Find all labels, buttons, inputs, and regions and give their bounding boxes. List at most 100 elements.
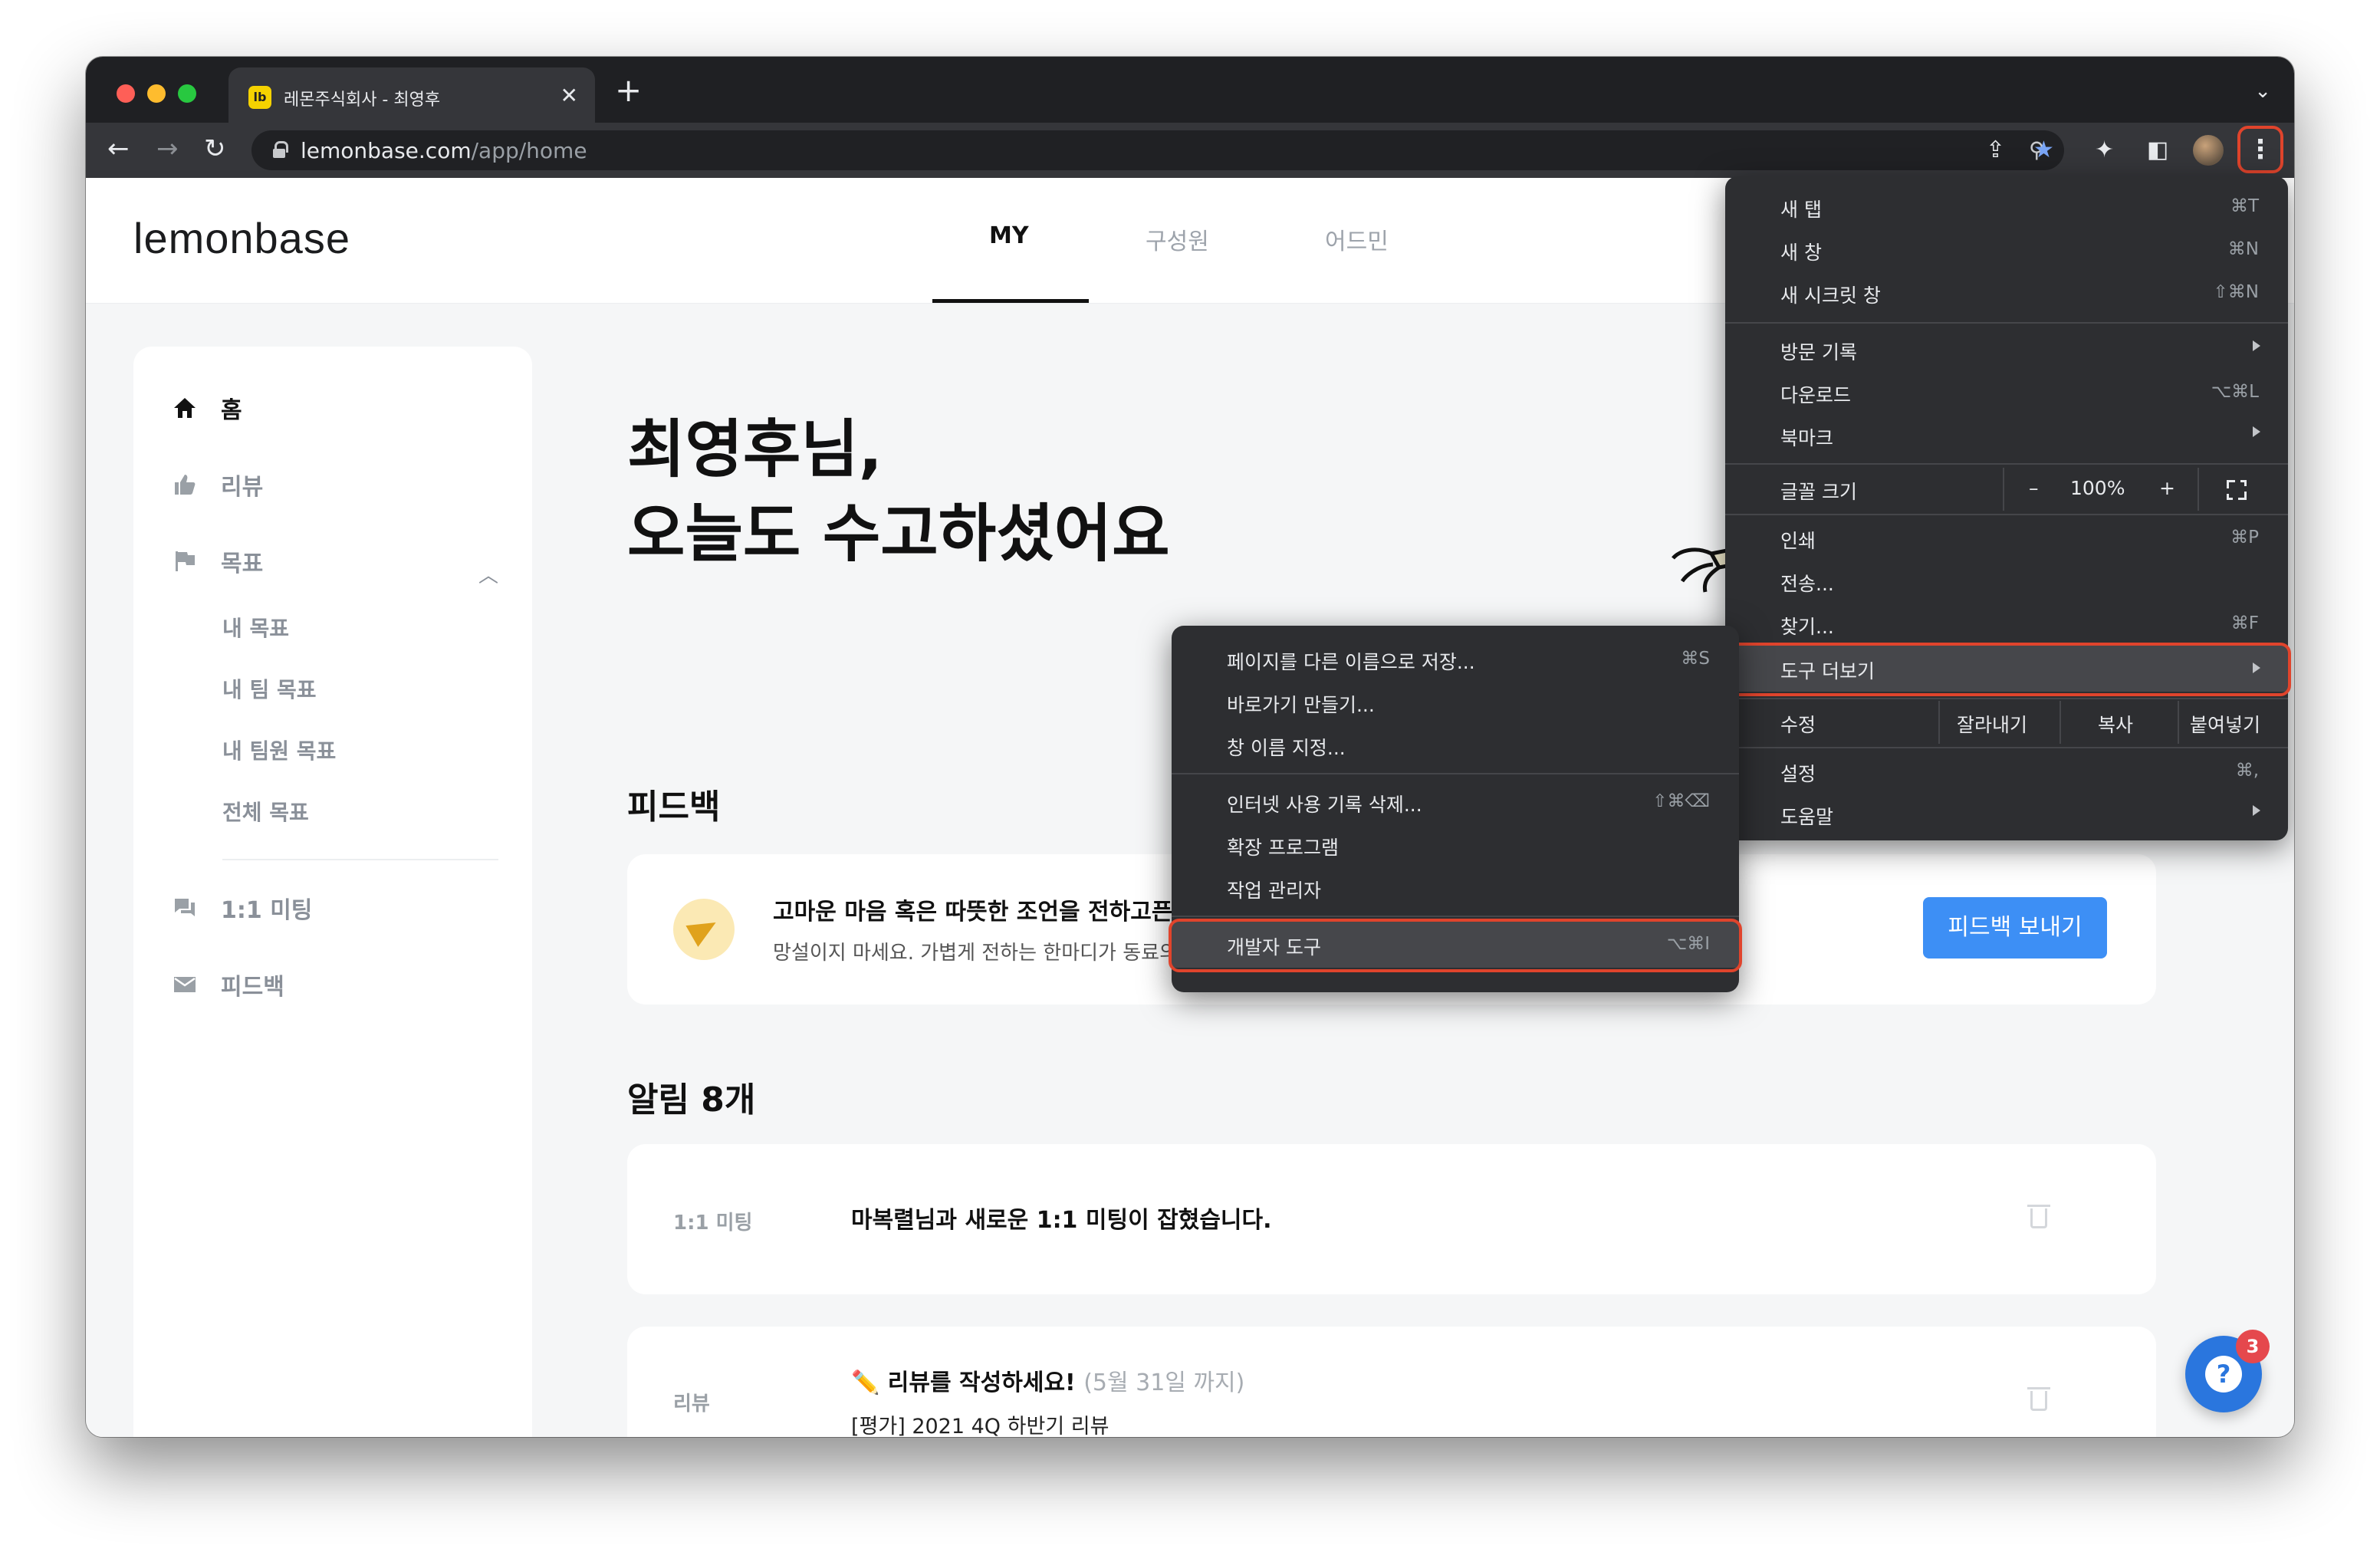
menu-item-history[interactable]: 방문 기록 (1725, 328, 2288, 371)
profile-avatar[interactable] (2193, 135, 2224, 166)
tab-my[interactable]: MY (989, 222, 1029, 249)
share-icon[interactable]: ⇪ (1986, 135, 2005, 166)
more-tools-submenu: 페이지를 다른 이름으로 저장... ⌘S 바로가기 만들기... 창 이름 지정… (1169, 626, 1742, 992)
sidebar-subitem-member-goals[interactable]: 내 팀원 목표 (222, 735, 336, 765)
new-tab-button[interactable]: + (615, 74, 642, 107)
reload-icon[interactable]: ↻ (204, 133, 226, 164)
menu-item-incognito[interactable]: 새 시크릿 창 ⇧⌘N (1725, 271, 2288, 314)
url-path: /app/home (471, 138, 587, 163)
menu-item-task-manager[interactable]: 작업 관리자 (1172, 866, 1739, 909)
menu-item-new-window[interactable]: 새 창 ⌘N (1725, 229, 2288, 271)
edit-separator (1938, 701, 1940, 744)
menu-item-zoom: 글꼴 크기 – 100% + (1725, 466, 2288, 512)
chrome-menu-kebab-icon[interactable]: ⋮ (2237, 126, 2283, 173)
maximize-window-button[interactable] (178, 84, 196, 103)
close-tab-icon[interactable]: ✕ (560, 83, 578, 109)
sidebar: 홈 리뷰 목표 ︿ 내 목표 내 팀 목표 내 팀원 목표 전체 목표 1:1 … (133, 347, 532, 1437)
menu-label: 창 이름 지정... (1227, 737, 1346, 759)
unread-badge: 3 (2236, 1330, 2270, 1363)
notifications-section-title: 알림 8개 (627, 1080, 756, 1120)
send-feedback-button[interactable]: 피드백 보내기 (1923, 897, 2107, 958)
paper-plane-icon (673, 899, 735, 960)
sidebar-subitem-all-goals[interactable]: 전체 목표 (222, 796, 309, 827)
sidebar-subitem-my-goals[interactable]: 내 목표 (222, 612, 289, 643)
menu-divider (1172, 916, 1739, 917)
tab-admin[interactable]: 어드민 (1325, 222, 1389, 256)
sidebar-item-review[interactable]: 리뷰 (172, 468, 263, 501)
menu-label: 페이지를 다른 이름으로 저장... (1227, 651, 1475, 673)
notification-card[interactable]: 1:1 미팅 마복렬님과 새로운 1:1 미팅이 잡혔습니다. (627, 1144, 2156, 1294)
copy-button[interactable]: 복사 (2098, 710, 2133, 738)
close-window-button[interactable] (117, 84, 135, 103)
menu-label: 인쇄 (1780, 530, 1816, 552)
browser-tab[interactable]: lb 레몬주식회사 - 최영후 ✕ (228, 67, 595, 123)
sidebar-item-home[interactable]: 홈 (172, 391, 242, 425)
lemonbase-logo[interactable]: lemonbase (133, 213, 350, 263)
zoom-in-button[interactable]: + (2159, 477, 2175, 499)
menu-label: 글꼴 크기 (1780, 481, 1857, 503)
url-text: lemonbase.com/app/home (301, 138, 587, 163)
notification-card[interactable]: 리뷰 ✏️ 리뷰를 작성하세요! (5월 31일 까지) [평가] 2021 4… (627, 1327, 2156, 1437)
menu-divider (1725, 463, 2288, 465)
menu-item-create-shortcut[interactable]: 바로가기 만들기... (1172, 681, 1739, 724)
menu-label: 찾기... (1780, 616, 1834, 638)
sidebar-subitem-team-goals[interactable]: 내 팀 목표 (222, 673, 317, 704)
menu-item-settings[interactable]: 설정 ⌘, (1725, 750, 2288, 793)
fullscreen-icon[interactable] (2227, 480, 2247, 500)
help-chat-button[interactable]: ? 3 (2185, 1330, 2270, 1412)
thumbs-up-icon (175, 475, 196, 495)
menu-item-print[interactable]: 인쇄 ⌘P (1725, 517, 2288, 560)
tab-search-chevron-icon[interactable]: ⌄ (2254, 80, 2271, 103)
chevron-up-icon[interactable]: ︿ (478, 560, 498, 588)
menu-shortcut: ⌘P (2230, 528, 2259, 547)
trash-icon[interactable] (2027, 1387, 2050, 1411)
chat-icon (175, 899, 195, 916)
menu-label: 방문 기록 (1780, 341, 1857, 363)
forward-arrow-icon[interactable]: → (156, 133, 179, 164)
cut-button[interactable]: 잘라내기 (1957, 710, 2027, 738)
menu-label: 작업 관리자 (1227, 880, 1321, 902)
menu-label: 바로가기 만들기... (1227, 694, 1375, 716)
menu-item-save-page[interactable]: 페이지를 다른 이름으로 저장... ⌘S (1172, 638, 1739, 681)
sidebar-item-goals[interactable]: 목표 (172, 544, 263, 578)
minimize-window-button[interactable] (147, 84, 166, 103)
zoom-separator (2003, 468, 2004, 511)
lemonbase-favicon-icon: lb (248, 86, 271, 109)
paste-button[interactable]: 붙여넣기 (2190, 710, 2260, 738)
menu-item-help[interactable]: 도움말 (1725, 793, 2288, 836)
menu-item-new-tab[interactable]: 새 탭 ⌘T (1725, 186, 2288, 229)
bookmark-star-icon[interactable]: ★ (2033, 135, 2054, 166)
menu-item-extensions[interactable]: 확장 프로그램 (1172, 824, 1739, 866)
menu-divider (1725, 322, 2288, 324)
menu-item-bookmarks[interactable]: 북마크 (1725, 414, 2288, 457)
trash-icon[interactable] (2027, 1205, 2050, 1228)
back-arrow-icon[interactable]: ← (107, 133, 130, 164)
sidebar-item-feedback[interactable]: 피드백 (172, 968, 284, 1001)
zoom-out-button[interactable]: – (2029, 477, 2039, 499)
feedback-card-description: 망설이지 마세요. 가볍게 전하는 한마디가 동료의 (773, 942, 1178, 965)
menu-shortcut: ⌘S (1681, 649, 1710, 669)
menu-label: 다운로드 (1780, 384, 1852, 406)
submenu-arrow-icon (2253, 805, 2260, 816)
menu-item-name-window[interactable]: 창 이름 지정... (1172, 724, 1739, 767)
menu-item-downloads[interactable]: 다운로드 ⌥⌘L (1725, 371, 2288, 414)
extensions-puzzle-icon[interactable]: ✦ (2095, 135, 2114, 166)
browser-toolbar: ← → ↻ lemonbase.com/app/home ⚲ ⇪ ★ ✦ ◧ ⋮ (86, 123, 2294, 178)
menu-shortcut: ⇧⌘⌫ (1652, 791, 1710, 811)
notification-deadline: (5월 31일 까지) (1083, 1370, 1245, 1396)
sidebar-item-label: 리뷰 (221, 474, 264, 501)
sidebar-item-1on1[interactable]: 1:1 미팅 (172, 891, 312, 925)
tab-members[interactable]: 구성원 (1146, 222, 1209, 256)
menu-label: 새 탭 (1780, 199, 1822, 221)
menu-item-clear-browsing-data[interactable]: 인터넷 사용 기록 삭제... ⇧⌘⌫ (1172, 781, 1739, 824)
menu-shortcut: ⌥⌘L (2211, 382, 2259, 402)
menu-item-cast[interactable]: 전송... (1725, 560, 2288, 603)
zoom-level: 100% (2070, 477, 2125, 499)
chrome-main-menu: 새 탭 ⌘T 새 창 ⌘N 새 시크릿 창 ⇧⌘N 방문 기록 다운로드 ⌥⌘L 북마크… (1722, 176, 2291, 840)
address-bar[interactable]: lemonbase.com/app/home ⚲ (251, 130, 2064, 170)
menu-item-find[interactable]: 찾기... ⌘F (1725, 603, 2288, 646)
sidebar-item-label: 홈 (221, 397, 242, 424)
question-mark-icon: ? (2205, 1356, 2242, 1393)
lock-icon[interactable] (273, 141, 288, 158)
side-panel-icon[interactable]: ◧ (2147, 135, 2168, 166)
